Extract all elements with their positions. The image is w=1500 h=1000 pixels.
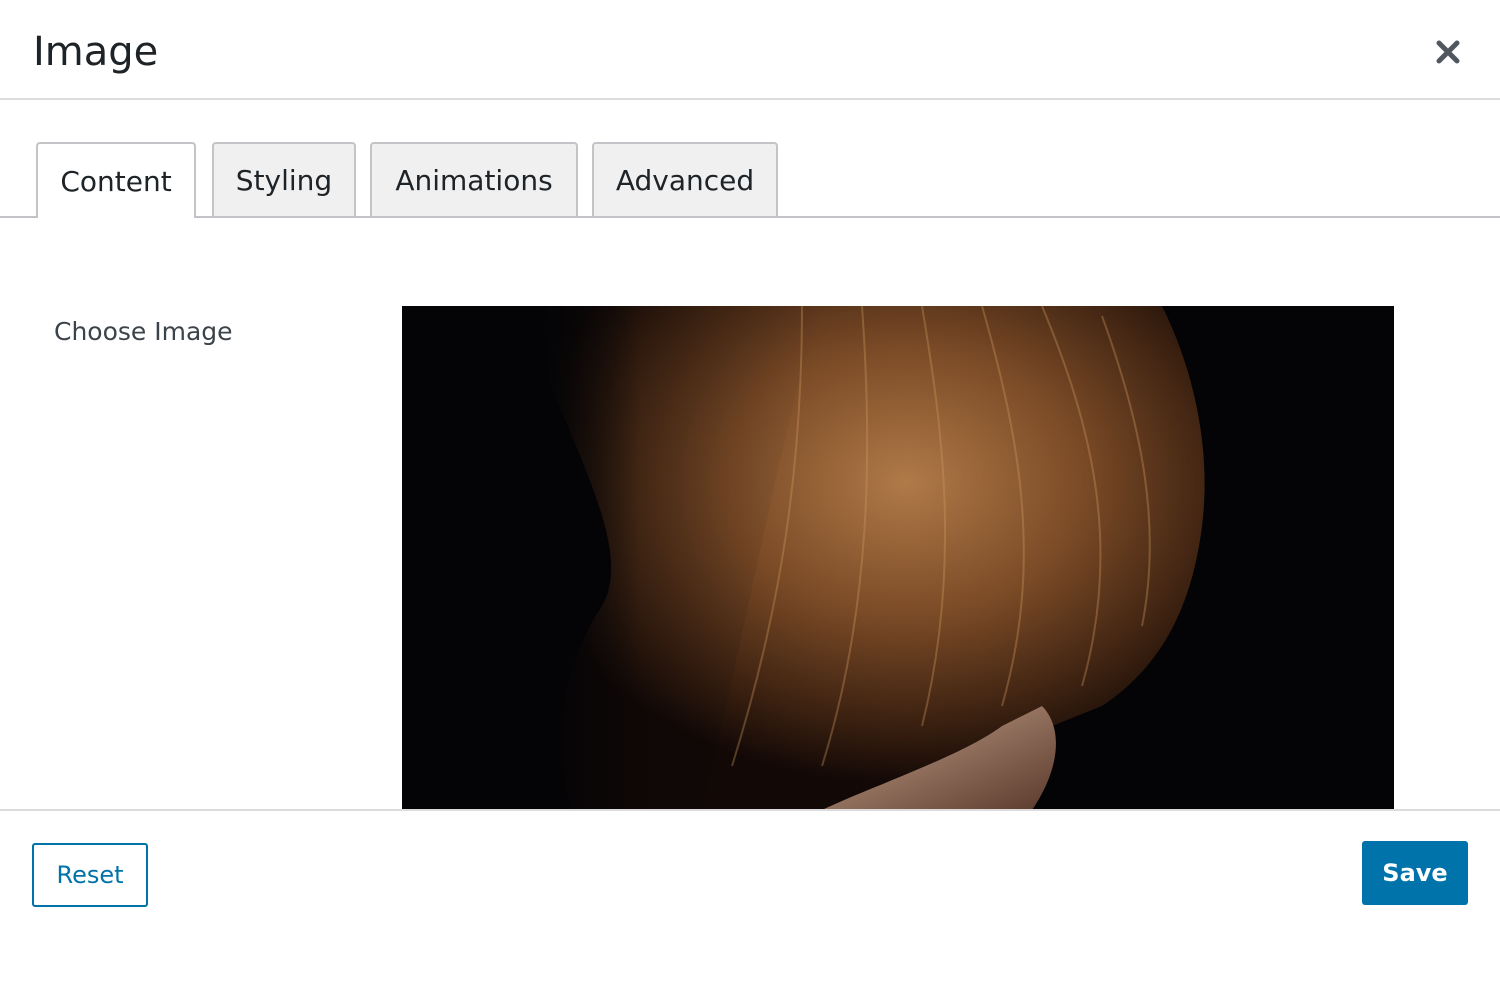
close-button[interactable] <box>1430 34 1466 70</box>
tab-bar: Content Styling Animations Advanced <box>0 142 1500 218</box>
tab-styling[interactable]: Styling <box>212 142 356 216</box>
modal-footer: Reset Save <box>0 809 1500 1000</box>
image-settings-modal: Image Content Styling Animations Advance… <box>0 0 1500 1000</box>
close-icon <box>1436 40 1460 64</box>
hair-photo <box>402 306 1394 810</box>
modal-header: Image <box>0 0 1500 100</box>
tab-animations[interactable]: Animations <box>370 142 578 216</box>
choose-image-label: Choose Image <box>54 317 233 346</box>
reset-button[interactable]: Reset <box>32 843 148 907</box>
tab-content[interactable]: Content <box>36 142 196 218</box>
modal-title: Image <box>33 29 159 75</box>
tab-advanced[interactable]: Advanced <box>592 142 778 216</box>
save-button[interactable]: Save <box>1362 841 1468 905</box>
image-preview[interactable] <box>402 306 1394 810</box>
